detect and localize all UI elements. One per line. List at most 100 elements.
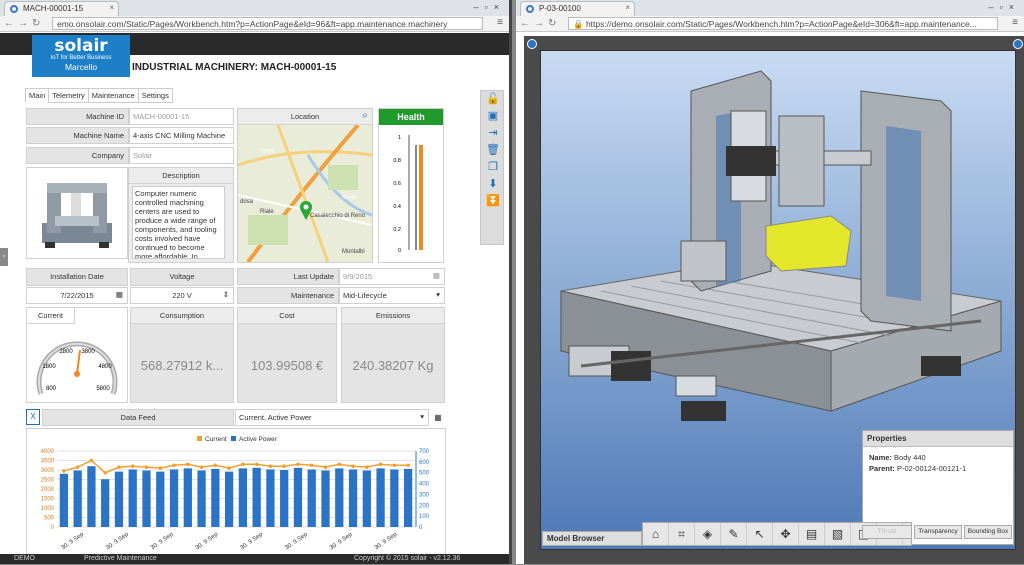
delete-icon[interactable]: 🗑	[481, 142, 505, 159]
x-tick-label: 30. 9 Sep	[329, 531, 354, 551]
bar	[404, 469, 412, 527]
sidebar-expand-handle[interactable]: ›	[0, 248, 8, 266]
camera-icon[interactable]: ⌗	[669, 523, 695, 545]
transparency-button[interactable]: Transparency	[914, 525, 962, 539]
y-left-tick: 500	[44, 516, 55, 522]
bar	[156, 472, 164, 527]
maintenance-select[interactable]: Mid-Lifecycle ▾	[339, 287, 445, 304]
tab-settings[interactable]: Settings	[138, 88, 173, 103]
point-current	[351, 464, 355, 468]
url-text: https://demo.onsolair.com/Static/Pages/W…	[586, 19, 977, 29]
installation-date-field[interactable]: 7/22/2015 ▦	[26, 287, 128, 304]
point-current	[76, 465, 80, 469]
bar	[142, 471, 150, 527]
installation-date-value: 7/22/2015	[60, 291, 93, 300]
menu-icon[interactable]: ≡	[1012, 17, 1018, 28]
download-all-icon[interactable]: ⏬	[481, 193, 505, 210]
legend-active-power: Active Power	[239, 436, 278, 443]
address-bar: ←→↻ 🔒 https://demo.onsolair.com/Static/P…	[516, 16, 1024, 32]
bar	[335, 468, 343, 527]
viewer-collapse-icon[interactable]	[527, 39, 537, 49]
section-icon[interactable]: ▤	[799, 523, 825, 545]
subtab-bar: Main Telemetry Maintenance Settings	[25, 88, 172, 103]
window-controls[interactable]: –▫×	[989, 2, 1020, 12]
point-current	[131, 464, 135, 468]
x-tick-label: 30. 9 Sep	[61, 531, 86, 551]
address-bar: ←→↻ emo.onsolair.com/Static/Pages/Workbe…	[0, 16, 509, 32]
map-label: Casalecchio di Reno	[310, 213, 366, 219]
home-icon[interactable]: ⌂	[643, 523, 669, 545]
property-parent-label: Parent:	[869, 464, 895, 473]
copy-icon[interactable]: ❐	[481, 159, 505, 176]
point-current	[255, 463, 259, 467]
tab-telemetry[interactable]: Telemetry	[48, 88, 89, 103]
property-name-label: Name:	[869, 453, 892, 462]
url-field[interactable]: 🔒 https://demo.onsolair.com/Static/Pages…	[568, 17, 998, 30]
tab-bar: P-03-00100 × –▫×	[516, 0, 1024, 16]
solair-logo[interactable]: solair IoT for Better Business Marcello	[32, 35, 130, 77]
export-icon[interactable]: ⇥	[481, 125, 505, 142]
y-right-tick: 500	[419, 471, 430, 477]
calendar-icon[interactable]: ▦	[116, 290, 123, 299]
bar	[294, 468, 302, 527]
lock-icon: 🔒	[573, 19, 586, 29]
stepper-icon[interactable]: ⇕	[223, 290, 229, 299]
brand-tagline: IoT for Better Business	[32, 55, 130, 61]
bar	[170, 469, 178, 527]
y-left-tick: 0	[51, 525, 55, 531]
company-field[interactable]: Solair	[129, 147, 234, 164]
calendar-icon[interactable]: ▦	[433, 271, 440, 280]
annotation-icon[interactable]: ✎	[721, 523, 747, 545]
thrust-button[interactable]: Thrust	[862, 525, 912, 539]
browser-tab[interactable]: P-03-00100 ×	[520, 1, 635, 16]
machine-name-field[interactable]: 4-axis CNC Milling Machine	[129, 127, 234, 144]
bar	[184, 468, 192, 527]
close-tab-icon[interactable]: ×	[625, 3, 630, 12]
current-gauge: 800 1800 2800 3800 4800 5800	[27, 324, 127, 402]
nav-buttons[interactable]: ←→↻	[520, 18, 560, 29]
save-icon[interactable]: ▣	[481, 108, 505, 125]
voltage-stepper[interactable]: 220 V ⇕	[130, 287, 234, 304]
excel-export-icon[interactable]: X	[26, 409, 40, 425]
menu-icon[interactable]: ≡	[497, 17, 503, 28]
select-icon[interactable]: ↖	[747, 523, 773, 545]
browser-tab[interactable]: MACH-00001-15 ×	[4, 1, 119, 16]
gauge-tick: 1800	[42, 364, 56, 370]
viewer-expand-icon[interactable]	[1013, 39, 1023, 49]
point-current	[241, 463, 245, 467]
tab-main[interactable]: Main	[25, 88, 49, 103]
location-map[interactable]: SP26 Riale Casalecchio di Reno SP569 Mon…	[238, 125, 372, 262]
measure-icon[interactable]: ▧	[825, 523, 851, 545]
gauge-tick: 3800	[81, 349, 95, 355]
health-tick: 0	[398, 248, 401, 254]
window-controls[interactable]: –▫×	[474, 2, 505, 12]
bounding-box-button[interactable]: Bounding Box	[964, 525, 1012, 539]
y-right-tick: 100	[419, 514, 430, 520]
url-field[interactable]: emo.onsolair.com/Static/Pages/Workbench.…	[52, 17, 483, 30]
map-label: Riale	[260, 209, 274, 215]
calendar-icon[interactable]: ▦	[431, 409, 445, 426]
machine-id-field[interactable]: MACH-00001-15	[129, 108, 234, 125]
nav-buttons[interactable]: ←→↻	[4, 18, 44, 29]
unlock-icon[interactable]: 🔓	[481, 91, 505, 108]
last-update-field[interactable]: 9/9/2015 ▦	[339, 268, 445, 285]
close-tab-icon[interactable]: ×	[109, 3, 114, 12]
explode-icon[interactable]: ✥	[773, 523, 799, 545]
datafeed-select[interactable]: Current, Active Power ▾	[235, 409, 429, 426]
installation-date-label: Installation Date	[27, 269, 127, 284]
search-icon[interactable]: ⌕	[362, 110, 368, 121]
cube-icon[interactable]: ◈	[695, 523, 721, 545]
download-icon[interactable]: ⬇	[481, 176, 505, 193]
description-textarea[interactable]: Computer numeric controlled machining ce…	[132, 186, 225, 259]
model-browser-toggle[interactable]: Model Browser	[542, 531, 642, 546]
bar	[74, 471, 82, 527]
tab-maintenance[interactable]: Maintenance	[88, 88, 139, 103]
favicon-icon	[526, 5, 534, 13]
url-text: emo.onsolair.com/Static/Pages/Workbench.…	[57, 19, 447, 29]
x-tick-label: 30. 9 Sep	[105, 531, 130, 551]
location-label: Location	[291, 112, 319, 121]
point-current	[214, 463, 218, 467]
current-label: Current	[27, 308, 75, 324]
properties-title: Properties	[863, 431, 1013, 447]
bar	[101, 479, 109, 527]
